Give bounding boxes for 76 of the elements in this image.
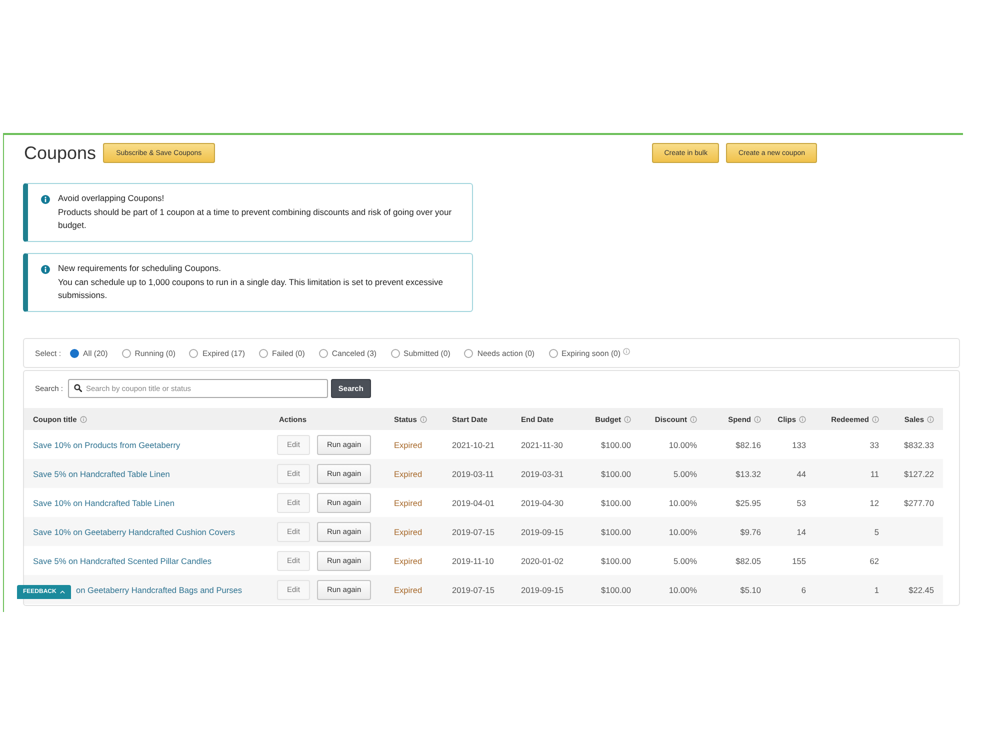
table-cell: $100.00 [601, 440, 631, 450]
table-cell: 10.00% [668, 498, 697, 508]
table-cell: $100.00 [601, 526, 631, 536]
table-cell: $82.05 [736, 556, 761, 566]
radio-button[interactable] [70, 348, 80, 358]
radio-button[interactable] [318, 348, 328, 358]
table-cell: 133 [792, 440, 806, 450]
radio-button[interactable] [258, 348, 268, 358]
table-cell: $100.00 [601, 584, 631, 594]
table-cell: 10.00% [668, 584, 697, 594]
radio-button[interactable] [390, 348, 400, 358]
table-cell: 5 [874, 526, 879, 536]
radio-button[interactable] [548, 348, 558, 358]
table-cell: 33 [870, 440, 879, 450]
table-cell: 53 [796, 498, 806, 508]
status-text: Expired [394, 526, 422, 536]
table-cell: 2019-03-11 [452, 468, 494, 478]
table-cell: 155 [792, 556, 806, 566]
status-text: Expired [394, 584, 422, 594]
coupon-title-link[interactable]: Save 10% on Geetaberry Handcrafted Cushion Covers [33, 526, 236, 536]
table-cell: 10.00% [668, 526, 697, 536]
table-cell: $100.00 [601, 498, 631, 508]
status-text: Expired [394, 440, 422, 450]
table-cell: 2019-04-30 [521, 498, 564, 508]
table-cell: 5.00% [673, 468, 697, 478]
table-cell: 6 [801, 584, 806, 594]
table-cell: 2019-07-15 [452, 584, 494, 594]
alert-heading: Avoid overlapping Coupons! [58, 192, 166, 205]
table-cell: $127.22 [904, 468, 934, 478]
coupon-title-link[interactable]: Save 5% on Handcrafted Table Linen [33, 468, 170, 478]
table-cell: $832.33 [904, 440, 934, 450]
table-cell: $22.45 [908, 584, 934, 594]
coupon-title-link[interactable]: Save 10% on Handcrafted Table Linen [33, 498, 174, 508]
alert-text: Products should be part of 1 coupon at a time to prevent combining discounts and risk of going over your budget. [58, 206, 453, 232]
status-text: Expired [394, 468, 422, 478]
status-text: Expired [394, 498, 422, 508]
table-cell: 2019-07-15 [452, 526, 494, 536]
table-cell: 62 [870, 556, 879, 566]
radio-button[interactable] [189, 348, 198, 358]
alert-text: You can schedule up to 1,000 coupons to run in a single day. This limitation is set to prevent excessive submissions. [58, 276, 444, 302]
table-cell: $5.10 [740, 584, 761, 594]
table-cell: 2020-01-02 [521, 556, 564, 566]
table-cell: 14 [796, 526, 806, 536]
table-cell: 10.00% [668, 440, 697, 450]
table-cell: $9.76 [740, 526, 761, 536]
chevron-icon [60, 590, 66, 594]
table-cell: 2021-11-30 [521, 440, 563, 450]
page-title: Coupons [24, 143, 96, 163]
coupon-title-link[interactable]: on Geetaberry Handcrafted Bags and Purses [76, 584, 242, 594]
table-cell: $100.00 [601, 556, 631, 566]
search-icon [74, 384, 82, 392]
table-cell: $277.70 [904, 498, 934, 508]
table-cell: 2021-10-21 [452, 440, 494, 450]
info-icon [41, 194, 50, 204]
table-cell: 1 [874, 584, 879, 594]
radio-button[interactable] [464, 348, 474, 358]
table-cell: 2019-11-10 [452, 556, 494, 566]
alert-heading: New requirements for scheduling Coupons. [58, 262, 222, 275]
table-cell: 2019-04-01 [452, 498, 494, 508]
table-cell: 44 [796, 468, 806, 478]
table-cell: $25.95 [736, 498, 761, 508]
table-cell: $100.00 [601, 468, 631, 478]
table-cell: 2019-09-15 [521, 526, 564, 536]
table-cell: 2019-09-15 [521, 584, 564, 594]
info-icon [41, 264, 50, 274]
table-cell: 5.00% [673, 556, 697, 566]
table-cell: $13.32 [736, 468, 761, 478]
status-text: Expired [394, 556, 422, 566]
table-cell: 11 [870, 468, 879, 478]
table-cell: 12 [870, 498, 879, 508]
info-icon[interactable] [623, 348, 630, 354]
table-cell: 2019-03-31 [521, 468, 564, 478]
radio-button[interactable] [122, 348, 131, 358]
coupon-title-link[interactable]: Save 10% on Products from Geetaberry [33, 440, 180, 450]
table-cell: $82.16 [736, 440, 761, 450]
coupon-title-link[interactable]: Save 5% on Handcrafted Scented Pillar Candles [33, 556, 212, 566]
